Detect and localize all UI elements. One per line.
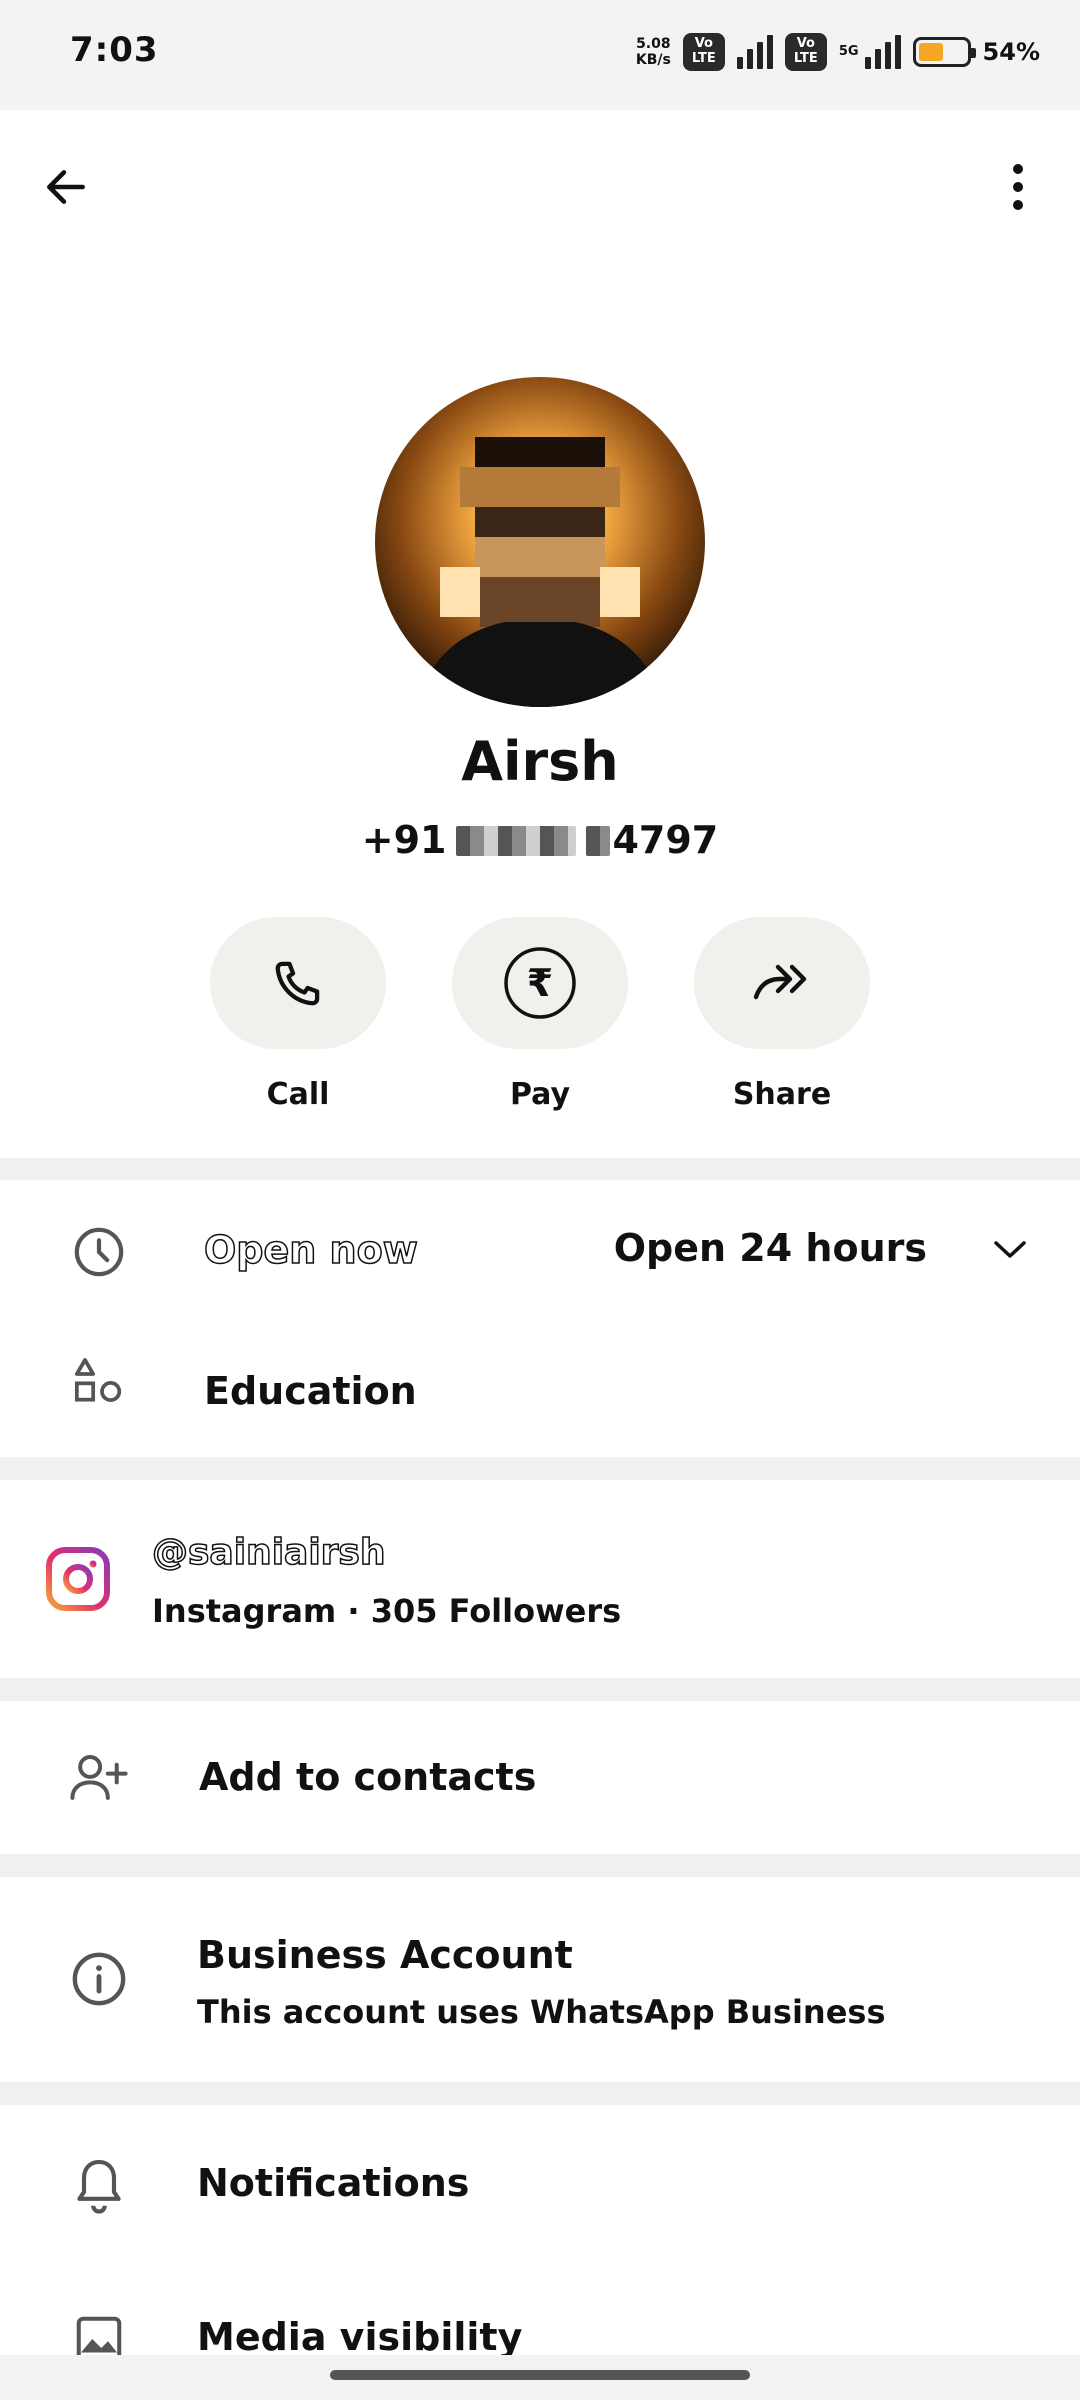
share-label: Share (732, 1077, 832, 1112)
instagram-details: Instagram · 305 Followers (152, 1592, 622, 1630)
clock-icon (67, 1220, 131, 1284)
profile-avatar[interactable] (375, 377, 705, 707)
status-time: 7:03 (70, 30, 159, 70)
media-visibility-label: Media visibility (197, 2315, 523, 2359)
bell-icon (67, 2153, 131, 2217)
signal-icon-2 (864, 35, 901, 69)
contact-phone: +91 4797 (0, 818, 1080, 862)
phone-prefix: +91 (361, 818, 447, 862)
arrow-left-icon (47, 170, 85, 204)
category-row: Education (0, 1325, 1080, 1457)
instagram-handle: @sainiairsh (151, 1531, 386, 1574)
phone-suffix: 4797 (612, 818, 719, 862)
category-text: Education (204, 1369, 417, 1413)
notifications-row[interactable]: Notifications (0, 2105, 1080, 2265)
phone-icon (275, 961, 320, 1006)
back-button[interactable] (36, 152, 96, 222)
home-indicator[interactable] (330, 2370, 750, 2380)
phone-redacted (456, 826, 577, 856)
category-shapes-icon (67, 1349, 131, 1413)
share-pill[interactable] (694, 917, 870, 1049)
pay-pill[interactable]: ₹ (452, 917, 628, 1049)
volte-icon: Vo LTE (682, 33, 725, 71)
call-button[interactable]: Call (210, 917, 386, 1112)
svg-text:₹: ₹ (527, 961, 553, 1005)
avatar-image (375, 377, 705, 707)
call-label: Call (266, 1077, 330, 1112)
hours-text: Open 24 hours (613, 1226, 927, 1270)
notifications-label: Notifications (197, 2161, 470, 2205)
status-icons: 5.08 KB/s Vo LTE Vo LTE 5G 54% (636, 28, 1040, 76)
chevron-down-icon (994, 1241, 1026, 1258)
battery-level (918, 43, 944, 61)
network-speed-unit: KB/s (635, 52, 671, 68)
network-speed: 5.08 KB/s (636, 36, 671, 68)
open-status: Open now (203, 1227, 418, 1273)
instagram-card[interactable]: @sainiairsh Instagram · 305 Followers (0, 1480, 1080, 1678)
volte-icon-2: Vo LTE (784, 33, 827, 71)
add-person-icon (67, 1746, 131, 1810)
expand-hours-button[interactable] (980, 1220, 1040, 1280)
add-to-contacts-label: Add to contacts (199, 1755, 537, 1799)
info-icon (67, 1947, 131, 2011)
instagram-icon (45, 1546, 111, 1612)
pay-label: Pay (509, 1077, 571, 1112)
share-forward-icon (753, 964, 807, 1000)
business-account-title: Business Account (197, 1933, 573, 1977)
business-account-row[interactable]: Business Account This account uses Whats… (0, 1877, 1080, 2082)
business-hours-row[interactable]: Open now Open 24 hours (0, 1180, 1080, 1325)
network-speed-value: 5.08 (636, 36, 671, 52)
network-type: 5G (838, 44, 859, 59)
signal-icon (736, 35, 773, 69)
add-to-contacts-row[interactable]: Add to contacts (0, 1701, 1080, 1854)
battery-icon (912, 37, 976, 67)
share-button[interactable]: Share (694, 917, 870, 1112)
business-account-subtitle: This account uses WhatsApp Business (197, 1993, 886, 2031)
more-options-button[interactable] (988, 152, 1048, 222)
phone-redacted-2 (586, 826, 611, 856)
battery-percent: 54% (982, 38, 1040, 66)
call-pill[interactable] (210, 917, 386, 1049)
contact-name: Airsh (461, 730, 619, 793)
business-info-card: Open now Open 24 hours Education (0, 1180, 1080, 1457)
pay-button[interactable]: ₹ Pay (452, 917, 628, 1112)
more-vertical-icon (1013, 164, 1023, 210)
status-bar: 7:03 5.08 KB/s Vo LTE Vo LTE 5G 54% (0, 0, 1080, 110)
rupee-icon: ₹ (504, 947, 576, 1019)
